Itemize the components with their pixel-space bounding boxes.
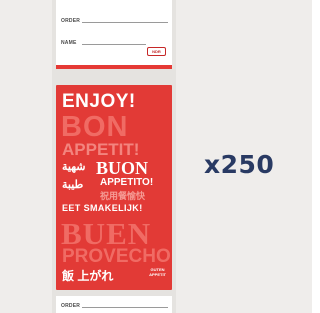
chinese-text: 祝用餐愉快 [100, 191, 146, 201]
name-field-line [82, 44, 146, 45]
appetit-small-text: APPETIT [149, 272, 166, 277]
brand-logo: NDR [147, 47, 166, 56]
quantity-text: x250 [204, 150, 275, 179]
buon-text: BUON [96, 158, 149, 178]
order-field-label: ORDER [61, 18, 81, 24]
appetit-text: APPETIT! [62, 140, 140, 159]
provecho-text: PROVECHO! [62, 246, 172, 267]
order-label-bottom: ORDER [56, 296, 172, 313]
appetito-text: APPETITO! [100, 177, 154, 188]
order-field-line [82, 22, 168, 23]
arabic-text-2: طيبة [62, 179, 84, 191]
enjoy-text: ENJOY! [62, 91, 136, 112]
order-field-label-bottom: ORDER [61, 303, 81, 309]
name-field-label: NAME [61, 40, 77, 46]
order-field-line-bottom [82, 307, 168, 308]
enjoy-sticker-card: ENJOY! BON APPETIT! شهية BUON APPETITO! … [56, 85, 172, 290]
smakelijk-text: EET SMAKELIJK! [62, 203, 143, 213]
order-label-top: ORDER NAME NDR [56, 0, 172, 69]
japanese-text: 飯 上がれ [62, 269, 114, 283]
guten-appetit-badge: GUTEN APPETIT [149, 267, 166, 277]
arabic-text-1: شهية [62, 161, 86, 173]
